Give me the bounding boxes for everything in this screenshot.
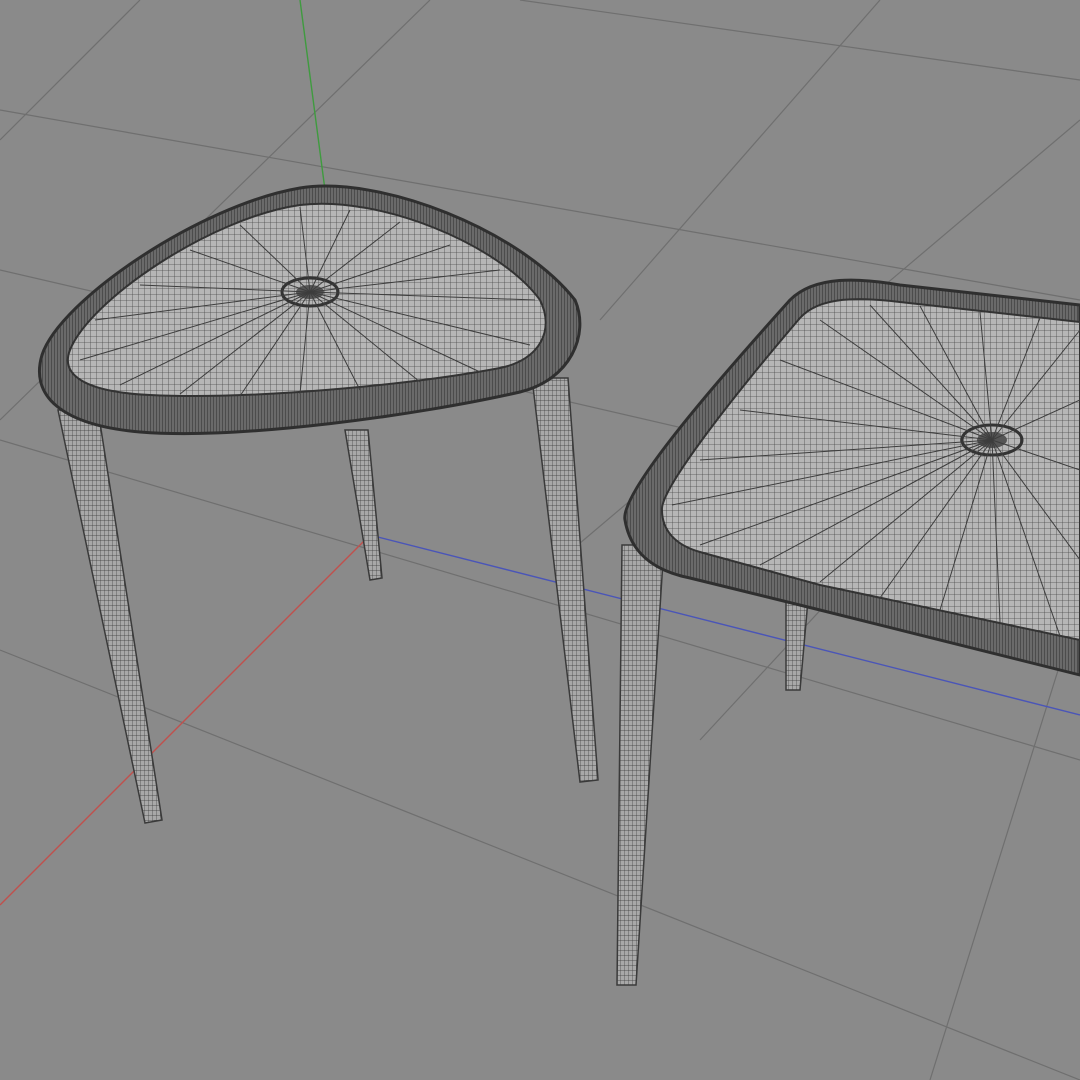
table2-top-surface <box>660 298 1080 642</box>
grid-line <box>599 0 881 321</box>
y-axis-line <box>299 0 326 191</box>
grid-line <box>929 599 1080 1080</box>
table1-leg-left <box>57 409 163 824</box>
x-axis-line <box>0 534 371 906</box>
table2-leg-back <box>785 599 809 691</box>
viewport-canvas[interactable] <box>0 0 1080 1080</box>
triangular-side-table[interactable] <box>37 184 599 824</box>
square-side-table[interactable] <box>616 278 1080 986</box>
table2-leg-front <box>616 544 665 986</box>
grid-line <box>0 649 1080 1080</box>
3d-viewport[interactable] <box>0 0 1080 1080</box>
grid-line <box>519 0 1080 81</box>
table1-leg-right <box>531 377 599 783</box>
table1-leg-back <box>344 429 383 581</box>
grid-line <box>0 0 141 141</box>
